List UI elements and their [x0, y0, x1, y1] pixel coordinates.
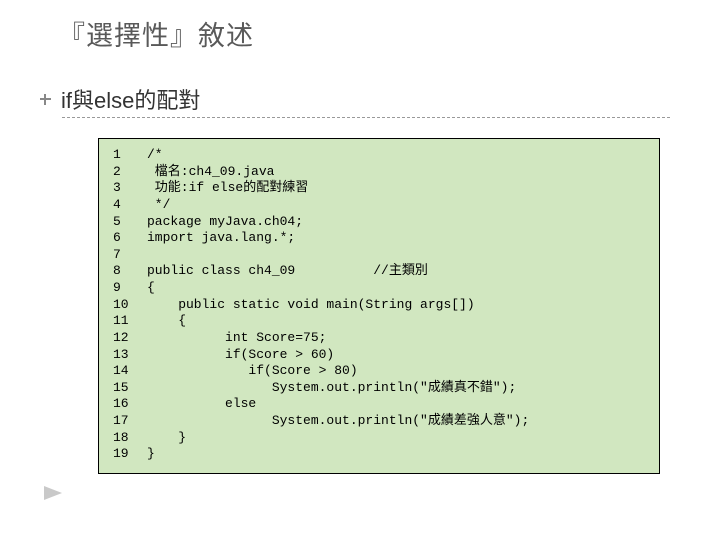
line-number: 8 — [113, 263, 147, 280]
subtitle: if與else的配對 — [61, 83, 200, 115]
line-number: 17 — [113, 413, 147, 430]
code-line: 4 */ — [113, 197, 645, 214]
code-line: 7 — [113, 247, 645, 264]
code-line: 1/* — [113, 147, 645, 164]
line-number: 13 — [113, 347, 147, 364]
code-line: 2 檔名:ch4_09.java — [113, 164, 645, 181]
code-line: 16 else — [113, 396, 645, 413]
code-text: /* — [147, 147, 163, 164]
code-text: System.out.println("成績差強人意"); — [147, 413, 529, 430]
code-line: 14 if(Score > 80) — [113, 363, 645, 380]
line-number: 5 — [113, 214, 147, 231]
line-number: 7 — [113, 247, 147, 264]
code-text: package myJava.ch04; — [147, 214, 303, 231]
code-text: } — [147, 430, 186, 447]
code-line: 19} — [113, 446, 645, 463]
line-number: 12 — [113, 330, 147, 347]
code-line: 18 } — [113, 430, 645, 447]
code-text: if(Score > 60) — [147, 347, 334, 364]
line-number: 14 — [113, 363, 147, 380]
line-number: 18 — [113, 430, 147, 447]
code-text: 檔名:ch4_09.java — [147, 164, 274, 181]
code-line: 6import java.lang.*; — [113, 230, 645, 247]
code-text: */ — [147, 197, 170, 214]
divider — [62, 117, 670, 118]
code-line: 13 if(Score > 60) — [113, 347, 645, 364]
plus-bullet-icon — [40, 94, 51, 105]
code-line: 8public class ch4_09 //主類別 — [113, 263, 645, 280]
code-text: } — [147, 446, 155, 463]
line-number: 1 — [113, 147, 147, 164]
play-arrow-icon — [44, 486, 62, 500]
code-text: { — [147, 280, 155, 297]
code-line: 11 { — [113, 313, 645, 330]
line-number: 4 — [113, 197, 147, 214]
code-line: 12 int Score=75; — [113, 330, 645, 347]
code-text: public class ch4_09 //主類別 — [147, 263, 428, 280]
code-text: if(Score > 80) — [147, 363, 358, 380]
line-number: 11 — [113, 313, 147, 330]
line-number: 10 — [113, 297, 147, 314]
code-text: else — [147, 396, 256, 413]
line-number: 15 — [113, 380, 147, 397]
code-text: int Score=75; — [147, 330, 326, 347]
code-line: 9{ — [113, 280, 645, 297]
line-number: 3 — [113, 180, 147, 197]
code-line: 17 System.out.println("成績差強人意"); — [113, 413, 645, 430]
code-line: 5package myJava.ch04; — [113, 214, 645, 231]
code-text: public static void main(String args[]) — [147, 297, 475, 314]
slide: 『選擇性』敘述 if與else的配對 1/*2 檔名:ch4_09.java3 … — [0, 0, 720, 540]
code-text: 功能:if else的配對練習 — [147, 180, 308, 197]
code-line: 3 功能:if else的配對練習 — [113, 180, 645, 197]
line-number: 19 — [113, 446, 147, 463]
page-title: 『選擇性』敘述 — [0, 14, 720, 53]
code-line: 10 public static void main(String args[]… — [113, 297, 645, 314]
line-number: 2 — [113, 164, 147, 181]
line-number: 16 — [113, 396, 147, 413]
code-line: 15 System.out.println("成績真不錯"); — [113, 380, 645, 397]
code-text: import java.lang.*; — [147, 230, 295, 247]
line-number: 6 — [113, 230, 147, 247]
code-text: System.out.println("成績真不錯"); — [147, 380, 516, 397]
code-block: 1/*2 檔名:ch4_09.java3 功能:if else的配對練習4 */… — [98, 138, 660, 474]
line-number: 9 — [113, 280, 147, 297]
code-text: { — [147, 313, 186, 330]
subtitle-row: if與else的配對 — [0, 83, 720, 115]
